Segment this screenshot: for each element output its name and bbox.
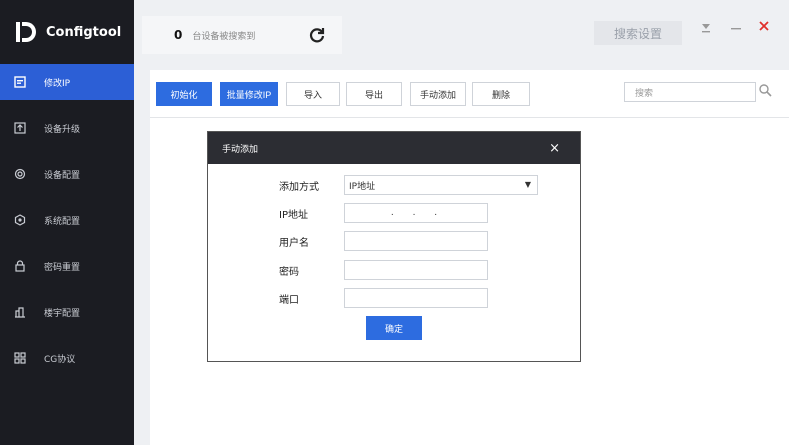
sidebar-item-modify-ip[interactable]: 修改IP: [0, 64, 134, 100]
delete-button[interactable]: 删除: [472, 82, 530, 106]
device-count-label: 台设备被搜索到: [192, 31, 256, 42]
port-label: 端口: [279, 294, 299, 306]
password-input[interactable]: [344, 260, 488, 280]
sidebar: Configtool 修改IP 设备升级 设备配置 系统配置 密码重置 楼宇配置…: [0, 0, 134, 445]
ip-separators: . . .: [390, 208, 446, 218]
username-row: 用户名: [208, 230, 582, 252]
confirm-button[interactable]: 确定: [366, 316, 422, 340]
edit-ip-icon: [14, 76, 26, 88]
upgrade-icon: [14, 122, 26, 134]
sidebar-item-label: 系统配置: [44, 216, 81, 227]
minimize-icon[interactable]: [730, 20, 742, 35]
search-settings-button[interactable]: 搜索设置: [594, 21, 682, 45]
add-method-select[interactable]: IP地址 ▼: [344, 175, 538, 195]
system-config-icon: [14, 214, 26, 226]
password-label: 密码: [279, 266, 299, 278]
app-name: Configtool: [46, 24, 122, 40]
sidebar-item-system-config[interactable]: 系统配置: [0, 202, 134, 238]
add-method-row: 添加方式 IP地址 ▼: [208, 174, 582, 196]
username-label: 用户名: [279, 237, 309, 249]
sidebar-item-building-config[interactable]: 楼宇配置: [0, 294, 134, 330]
password-reset-icon: [14, 260, 26, 272]
sidebar-item-device-config[interactable]: 设备配置: [0, 156, 134, 192]
chevron-down-icon: ▼: [524, 180, 531, 189]
sidebar-item-label: 楼宇配置: [44, 308, 81, 319]
manual-add-button[interactable]: 手动添加: [410, 82, 466, 106]
device-count-bar: 0 台设备被搜索到: [142, 16, 342, 54]
close-icon[interactable]: [758, 20, 770, 35]
sidebar-item-password-reset[interactable]: 密码重置: [0, 248, 134, 284]
refresh-icon[interactable]: [308, 26, 326, 44]
ip-label: IP地址: [279, 209, 308, 221]
dialog-title: 手动添加: [222, 144, 259, 155]
init-button[interactable]: 初始化: [156, 82, 212, 106]
ip-address-input[interactable]: . . .: [344, 203, 488, 223]
sidebar-item-cg-protocol[interactable]: CG协议: [0, 340, 134, 376]
device-count: 0: [174, 28, 183, 42]
add-method-value: IP地址: [349, 181, 376, 192]
ip-row: IP地址 . . .: [208, 202, 582, 224]
sidebar-item-label: 设备升级: [44, 124, 81, 135]
search-input[interactable]: 搜索: [624, 82, 756, 102]
toolbar: 初始化 批量修改IP 导入 导出 手动添加 删除 搜索: [150, 70, 789, 118]
dialog-close-icon[interactable]: ×: [549, 141, 560, 156]
sidebar-item-label: 修改IP: [44, 78, 71, 89]
brand: Configtool: [0, 0, 134, 64]
add-method-label: 添加方式: [279, 181, 319, 193]
username-input[interactable]: [344, 231, 488, 251]
protocol-grid-icon: [14, 352, 26, 364]
batch-modify-ip-button[interactable]: 批量修改IP: [220, 82, 278, 106]
sidebar-item-upgrade[interactable]: 设备升级: [0, 110, 134, 146]
search-icon[interactable]: [758, 83, 772, 97]
port-input[interactable]: [344, 288, 488, 308]
dialog-header: 手动添加 ×: [208, 132, 580, 164]
import-button[interactable]: 导入: [286, 82, 340, 106]
sidebar-item-label: 设备配置: [44, 170, 81, 181]
sidebar-item-label: CG协议: [44, 354, 76, 365]
app-logo-icon: [14, 20, 38, 44]
sidebar-item-label: 密码重置: [44, 262, 81, 273]
export-button[interactable]: 导出: [346, 82, 402, 106]
manual-add-dialog: 手动添加 × 添加方式 IP地址 ▼ IP地址 . . . 用户名 密码 端口 …: [207, 131, 581, 362]
device-config-icon: [14, 168, 26, 180]
port-row: 端口: [208, 287, 582, 309]
dropdown-icon[interactable]: [700, 22, 712, 37]
password-row: 密码: [208, 259, 582, 281]
building-config-icon: [14, 306, 26, 318]
